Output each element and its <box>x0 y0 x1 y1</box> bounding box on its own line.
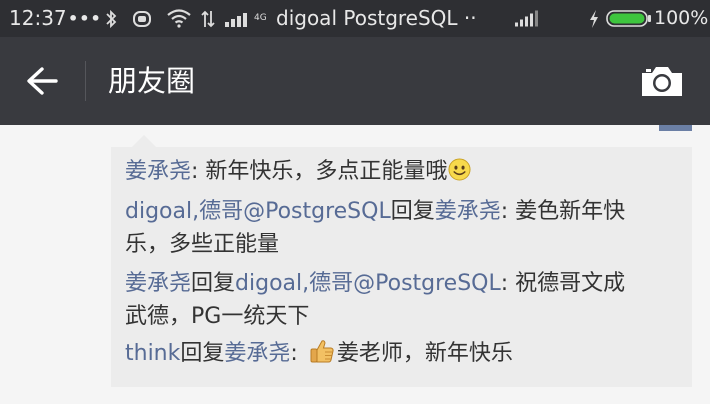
page-title: 朋友圈 <box>108 64 196 98</box>
comment-text-line2: 乐，多些正能量 <box>125 232 280 257</box>
camera-icon <box>642 67 682 96</box>
reply-target[interactable]: digoal,德哥@PostgreSQL <box>235 271 501 296</box>
app-header: 朋友圈 <box>0 37 710 125</box>
comment-author[interactable]: 姜承尧 <box>125 271 191 296</box>
back-button[interactable] <box>20 61 64 101</box>
moments-feed: 姜承尧: 新年快乐，多点正能量哦 digoal,德哥@PostgreSQL回复姜… <box>0 125 710 404</box>
reply-word: 回复 <box>191 271 236 296</box>
notification-title: digoal PostgreSQL ·· <box>276 6 477 30</box>
comment-text-line1: 姜色新年快 <box>515 199 626 224</box>
comment-text: 新年快乐，多点正能量哦 <box>205 159 448 184</box>
network-type: 4G 1X <box>254 0 267 60</box>
comment-item[interactable]: digoal,德哥@PostgreSQL回复姜承尧: 姜色新年快乐，多些正能量 <box>125 195 685 261</box>
comment-item[interactable]: think回复姜承尧: 姜老师，新年快乐 <box>125 337 685 370</box>
vibrate-icon <box>133 11 151 27</box>
battery-icon <box>606 10 651 27</box>
charging-icon <box>590 10 598 28</box>
wifi-icon <box>167 9 191 28</box>
back-arrow-icon <box>27 67 58 95</box>
signal-strength-icon <box>515 10 538 27</box>
post-image-edge <box>659 125 692 131</box>
reply-word: 回复 <box>180 341 225 366</box>
comment-author[interactable]: think <box>125 341 180 366</box>
camera-button[interactable] <box>636 61 688 101</box>
header-divider <box>85 61 86 101</box>
comment-caret <box>132 135 156 147</box>
thumbs-up-emoji-icon <box>310 340 334 363</box>
comment-separator: : <box>500 271 516 296</box>
status-time: 12:37 <box>9 6 67 30</box>
comment-author[interactable]: digoal,德哥@PostgreSQL <box>125 199 391 224</box>
comment-item[interactable]: 姜承尧回复digoal,德哥@PostgreSQL: 祝德哥文成武德，PG一统天… <box>125 267 685 333</box>
notification-dots: ••• <box>68 9 102 28</box>
comment-list: 姜承尧: 新年快乐，多点正能量哦 digoal,德哥@PostgreSQL回复姜… <box>111 147 692 387</box>
data-arrows-icon <box>201 10 215 28</box>
comment-text: 姜老师，新年快乐 <box>336 341 513 366</box>
comment-separator: : <box>290 341 305 366</box>
reply-word: 回复 <box>390 199 435 224</box>
reply-target[interactable]: 姜承尧 <box>435 199 501 224</box>
comment-text-line1: 祝德哥文成 <box>515 271 626 296</box>
comment-text-line2: 武德，PG一统天下 <box>125 304 310 329</box>
comment-item[interactable]: 姜承尧: 新年快乐，多点正能量哦 <box>125 155 685 188</box>
bluetooth-icon <box>106 9 117 29</box>
comment-author[interactable]: 姜承尧 <box>125 159 191 184</box>
status-bar: 12:37 ••• 4G 1X digoal PostgreSQL <box>0 0 710 60</box>
reply-target[interactable]: 姜承尧 <box>224 341 290 366</box>
comment-separator: : <box>500 199 516 224</box>
comment-separator: : <box>191 159 206 184</box>
network-top: 4G <box>254 13 267 23</box>
battery-percent: 100% <box>654 7 709 29</box>
signal-grid-icon <box>225 13 247 27</box>
smile-emoji-icon <box>448 158 471 181</box>
